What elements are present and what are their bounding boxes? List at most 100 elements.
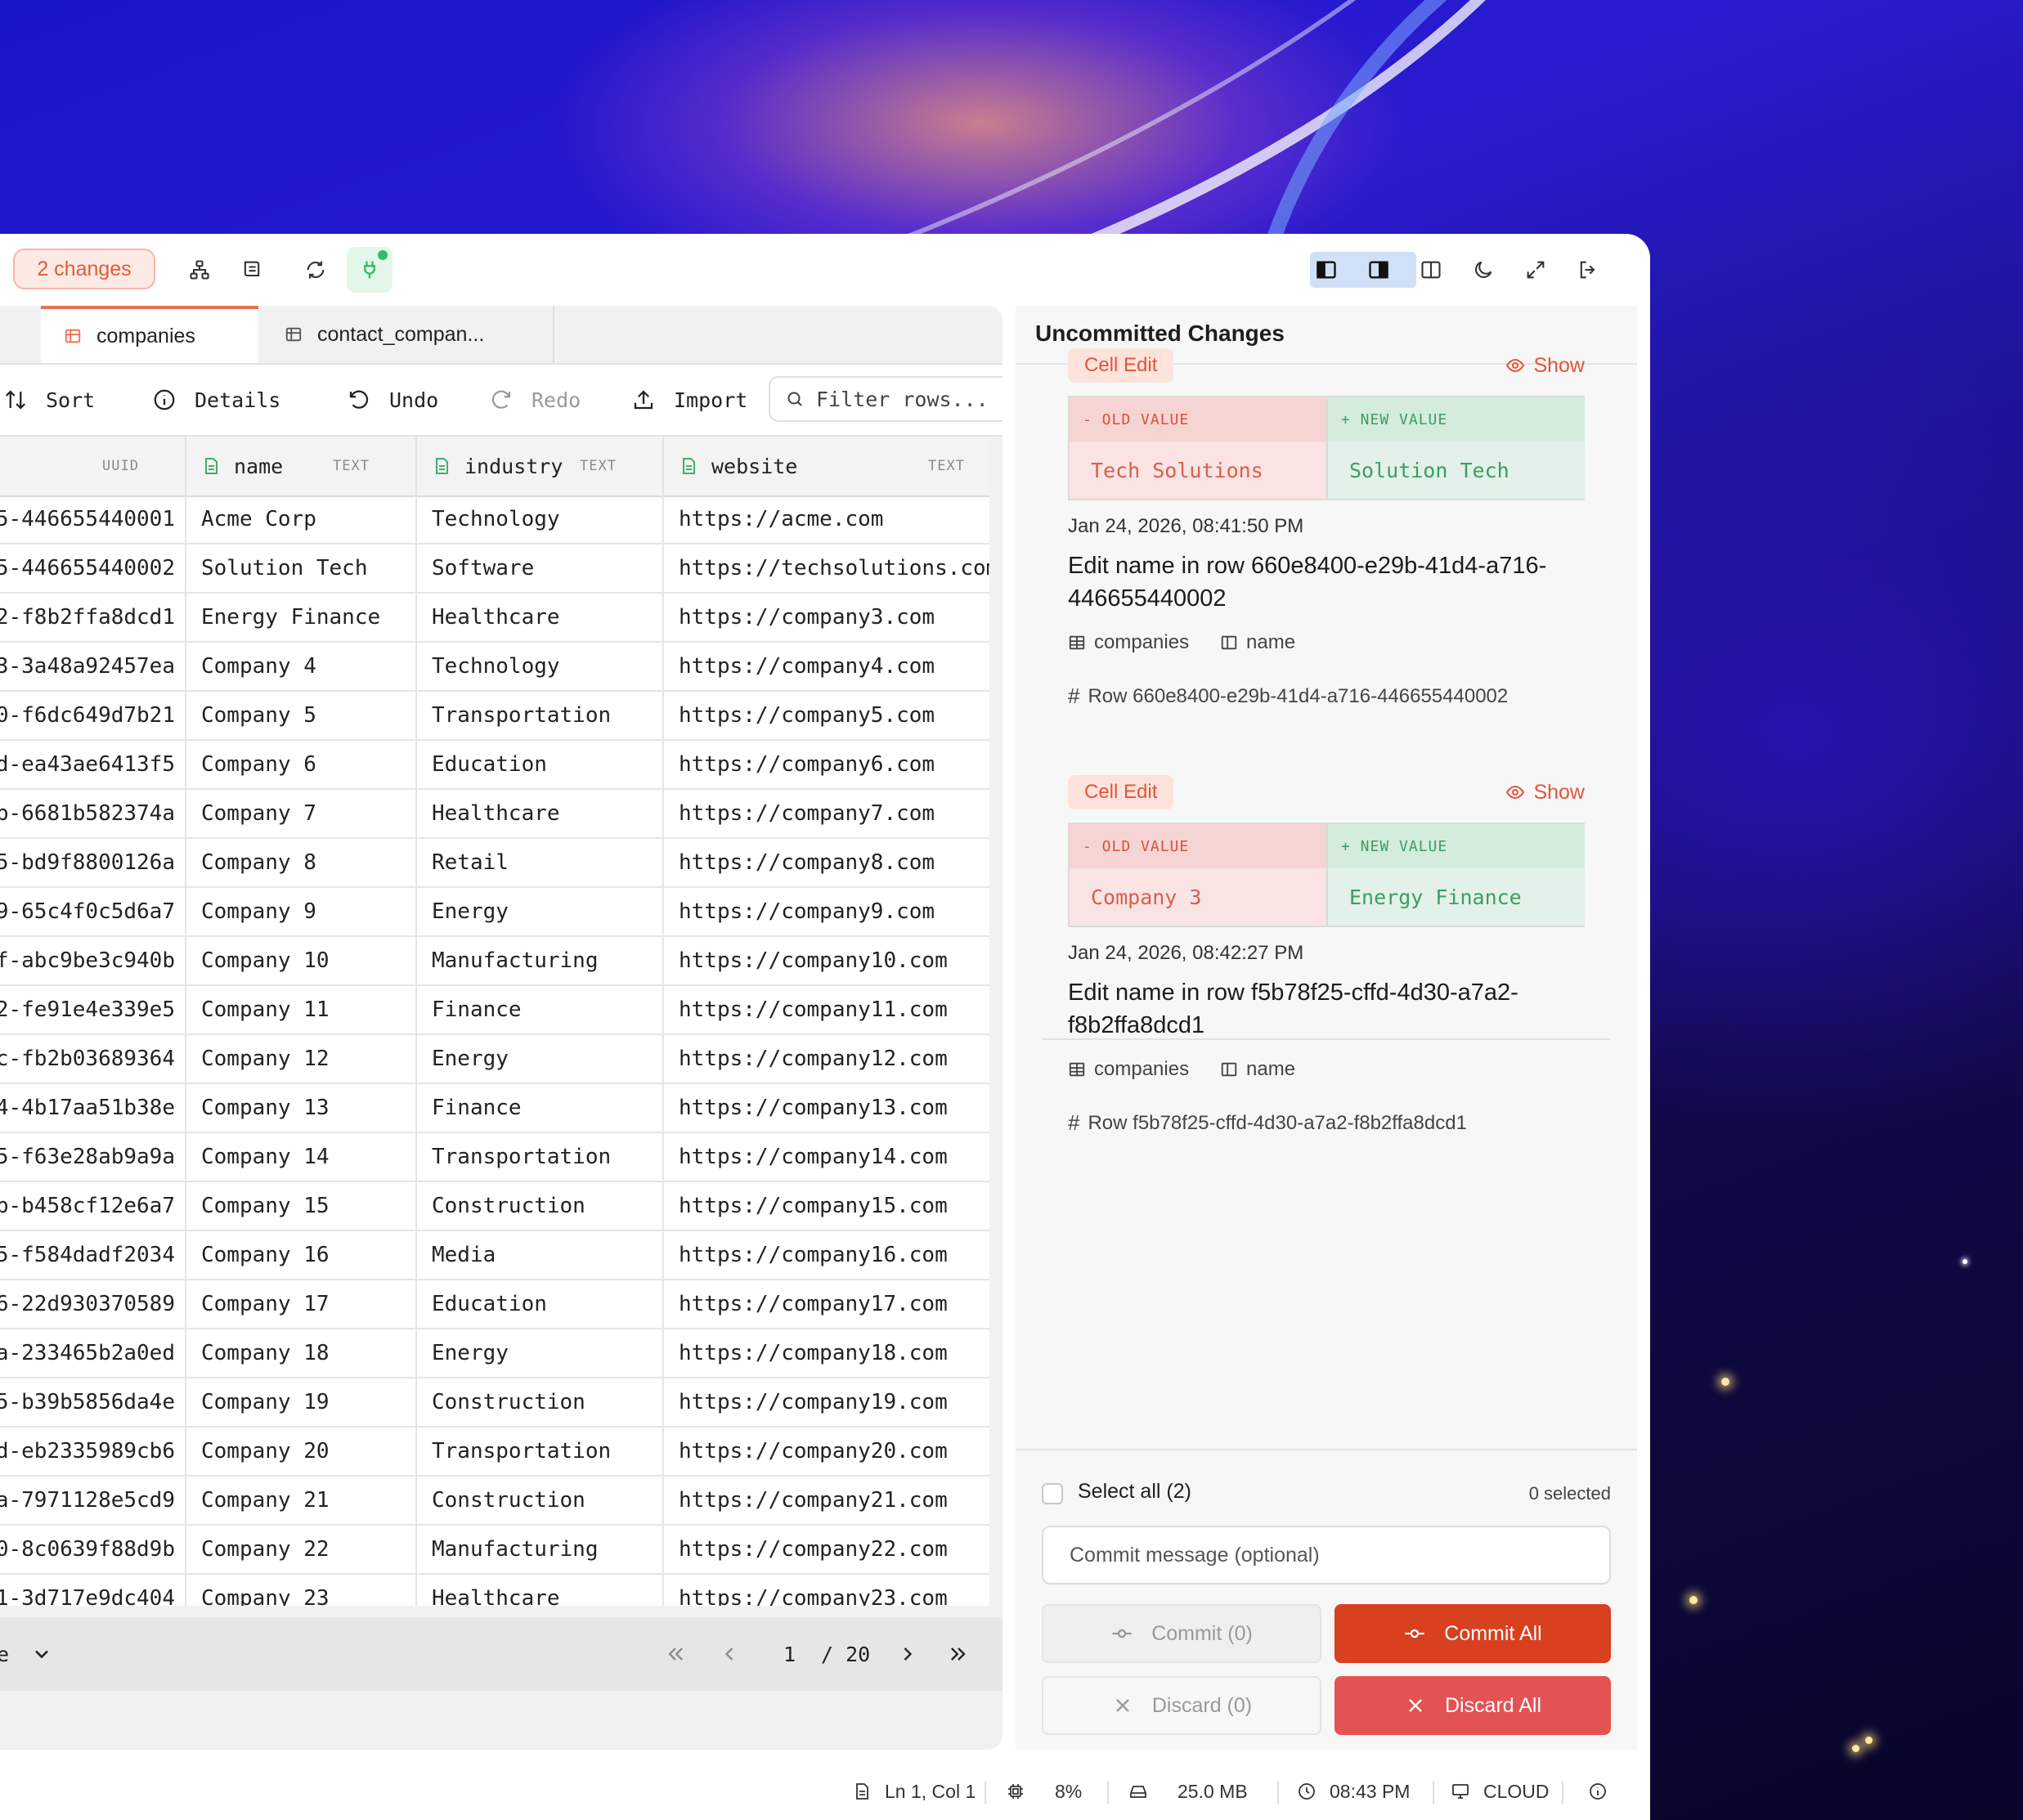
cell-name[interactable]: Company 22 bbox=[186, 1526, 417, 1573]
tab-contact-companies[interactable]: contact_compan... bbox=[260, 306, 554, 363]
table-row[interactable]: 0-f6dc649d7b21 Company 5 Transportation htt… bbox=[0, 692, 989, 741]
cell-industry[interactable]: Education bbox=[417, 1280, 664, 1328]
cell-id[interactable]: 4-4b17aa51b38e bbox=[0, 1084, 186, 1132]
discard-all-button[interactable]: Discard All bbox=[1334, 1676, 1611, 1735]
cell-id[interactable]: 0-f6dc649d7b21 bbox=[0, 692, 186, 739]
cell-id[interactable]: 3-3a48a92457ea bbox=[0, 643, 186, 690]
undo-button[interactable]: Undo bbox=[347, 365, 438, 435]
table-row[interactable]: 6-22d930370589 Company 17 Education https:/… bbox=[0, 1280, 989, 1329]
cell-id[interactable]: d-eb2335989cb6 bbox=[0, 1428, 186, 1475]
table-row[interactable]: f-abc9be3c940b Company 10 Manufacturing htt… bbox=[0, 937, 989, 986]
table-row[interactable]: 5-f584dadf2034 Company 16 Media https://com… bbox=[0, 1231, 989, 1280]
cell-name[interactable]: Company 23 bbox=[186, 1575, 417, 1606]
cell-id[interactable]: 5-f63e28ab9a9a bbox=[0, 1133, 186, 1181]
dark-mode-moon-icon[interactable] bbox=[1465, 252, 1501, 288]
cell-industry[interactable]: Transportation bbox=[417, 692, 664, 739]
cell-website[interactable]: https://company17.com bbox=[664, 1280, 989, 1328]
cell-id[interactable]: 1-3d717e9dc404 bbox=[0, 1575, 186, 1606]
cell-id[interactable]: d-ea43ae6413f5 bbox=[0, 741, 186, 788]
column-header-website[interactable]: website TEXT bbox=[664, 437, 989, 495]
refresh-icon[interactable] bbox=[298, 252, 334, 288]
last-page-button[interactable] bbox=[947, 1617, 970, 1691]
cell-industry[interactable]: Construction bbox=[417, 1378, 664, 1426]
cell-industry[interactable]: Finance bbox=[417, 986, 664, 1033]
cell-name[interactable]: Company 21 bbox=[186, 1477, 417, 1524]
fullscreen-expand-icon[interactable] bbox=[1518, 252, 1554, 288]
cell-website[interactable]: https://company20.com bbox=[664, 1428, 989, 1475]
column-header-name[interactable]: name TEXT bbox=[186, 437, 417, 495]
query-log-icon[interactable] bbox=[234, 252, 270, 288]
cell-industry[interactable]: Media bbox=[417, 1231, 664, 1279]
cell-name[interactable]: Company 18 bbox=[186, 1329, 417, 1377]
first-page-button[interactable] bbox=[664, 1617, 687, 1691]
filter-rows-input[interactable]: Filter rows... bbox=[769, 376, 1003, 422]
cell-industry[interactable]: Energy bbox=[417, 888, 664, 935]
cell-industry[interactable]: Transportation bbox=[417, 1133, 664, 1181]
cell-id[interactable]: c-fb2b03689364 bbox=[0, 1035, 186, 1083]
cell-website[interactable]: https://company16.com bbox=[664, 1231, 989, 1279]
select-all-checkbox[interactable] bbox=[1042, 1483, 1063, 1504]
cell-industry[interactable]: Healthcare bbox=[417, 594, 664, 641]
cell-industry[interactable]: Manufacturing bbox=[417, 937, 664, 984]
cell-id[interactable]: 0-8c0639f88d9b bbox=[0, 1526, 186, 1573]
table-row[interactable]: b-6681b582374a Company 7 Healthcare https:/… bbox=[0, 790, 989, 839]
connection-plug-icon[interactable] bbox=[347, 247, 392, 293]
cell-id[interactable]: 9-65c4f0c5d6a7 bbox=[0, 888, 186, 935]
cell-website[interactable]: https://company7.com bbox=[664, 790, 989, 837]
cell-id[interactable]: 5-bd9f8800126a bbox=[0, 839, 186, 886]
grid-vertical-scrollbar[interactable] bbox=[989, 437, 1003, 1606]
cell-website[interactable]: https://company8.com bbox=[664, 839, 989, 886]
cell-id[interactable]: f-abc9be3c940b bbox=[0, 937, 186, 984]
cell-industry[interactable]: Retail bbox=[417, 839, 664, 886]
cell-industry[interactable]: Energy bbox=[417, 1329, 664, 1377]
tab-companies[interactable]: companies bbox=[41, 306, 258, 363]
cell-website[interactable]: https://company4.com bbox=[664, 643, 989, 690]
cell-website[interactable]: https://company15.com bbox=[664, 1182, 989, 1230]
toggle-left-panel-icon[interactable] bbox=[1308, 252, 1344, 288]
cell-industry[interactable]: Software bbox=[417, 545, 664, 592]
cell-website[interactable]: https://techsolutions.com bbox=[664, 545, 989, 592]
cell-website[interactable]: https://company19.com bbox=[664, 1378, 989, 1426]
table-row[interactable]: d-eb2335989cb6 Company 20 Transportation ht… bbox=[0, 1428, 989, 1477]
cell-website[interactable]: https://company13.com bbox=[664, 1084, 989, 1132]
cell-industry[interactable]: Education bbox=[417, 741, 664, 788]
table-row[interactable]: a-233465b2a0ed Company 18 Energy https://co… bbox=[0, 1329, 989, 1378]
cell-name[interactable]: Company 19 bbox=[186, 1378, 417, 1426]
column-header-industry[interactable]: industry TEXT bbox=[417, 437, 664, 495]
show-change-button[interactable]: Show bbox=[1505, 348, 1585, 383]
page-size-select[interactable]: e bbox=[0, 1617, 53, 1691]
import-button[interactable]: Import bbox=[631, 365, 747, 435]
cell-industry[interactable]: Healthcare bbox=[417, 1575, 664, 1606]
cell-name[interactable]: Company 10 bbox=[186, 937, 417, 984]
cell-industry[interactable]: Technology bbox=[417, 643, 664, 690]
cell-industry[interactable]: Finance bbox=[417, 1084, 664, 1132]
cell-name[interactable]: Energy Finance bbox=[186, 594, 417, 641]
cell-id[interactable]: 2-fe91e4e339e5 bbox=[0, 986, 186, 1033]
current-page-input[interactable]: 1 bbox=[783, 1617, 796, 1691]
cell-website[interactable]: https://company9.com bbox=[664, 888, 989, 935]
redo-button[interactable]: Redo bbox=[489, 365, 581, 435]
table-row[interactable]: 5-b39b5856da4e Company 19 Construction http… bbox=[0, 1378, 989, 1428]
cell-website[interactable]: https://company12.com bbox=[664, 1035, 989, 1083]
cell-name[interactable]: Company 8 bbox=[186, 839, 417, 886]
table-row[interactable]: 3-3a48a92457ea Company 4 Technology https:/… bbox=[0, 643, 989, 692]
commit-selected-button[interactable]: Commit (0) bbox=[1042, 1604, 1321, 1663]
table-row[interactable]: 4-4b17aa51b38e Company 13 Finance https://c… bbox=[0, 1084, 989, 1133]
next-page-button[interactable] bbox=[896, 1617, 919, 1691]
changes-count-button[interactable]: 2 changes bbox=[13, 249, 155, 289]
previous-page-button[interactable] bbox=[718, 1617, 741, 1691]
cell-website[interactable]: https://company14.com bbox=[664, 1133, 989, 1181]
commit-message-input[interactable]: Commit message (optional) bbox=[1042, 1526, 1611, 1585]
cell-website[interactable]: https://company18.com bbox=[664, 1329, 989, 1377]
cell-name[interactable]: Solution Tech bbox=[186, 545, 417, 592]
cell-name[interactable]: Company 4 bbox=[186, 643, 417, 690]
cell-industry[interactable]: Technology bbox=[417, 495, 664, 543]
table-row[interactable]: 1-3d717e9dc404 Company 23 Healthcare https:… bbox=[0, 1575, 989, 1606]
cell-name[interactable]: Acme Corp bbox=[186, 495, 417, 543]
cell-industry[interactable]: Healthcare bbox=[417, 790, 664, 837]
table-row[interactable]: b-b458cf12e6a7 Company 15 Construction http… bbox=[0, 1182, 989, 1231]
schema-diagram-icon[interactable] bbox=[182, 252, 218, 288]
cell-id[interactable]: a-233465b2a0ed bbox=[0, 1329, 186, 1377]
cell-name[interactable]: Company 16 bbox=[186, 1231, 417, 1279]
cell-name[interactable]: Company 13 bbox=[186, 1084, 417, 1132]
